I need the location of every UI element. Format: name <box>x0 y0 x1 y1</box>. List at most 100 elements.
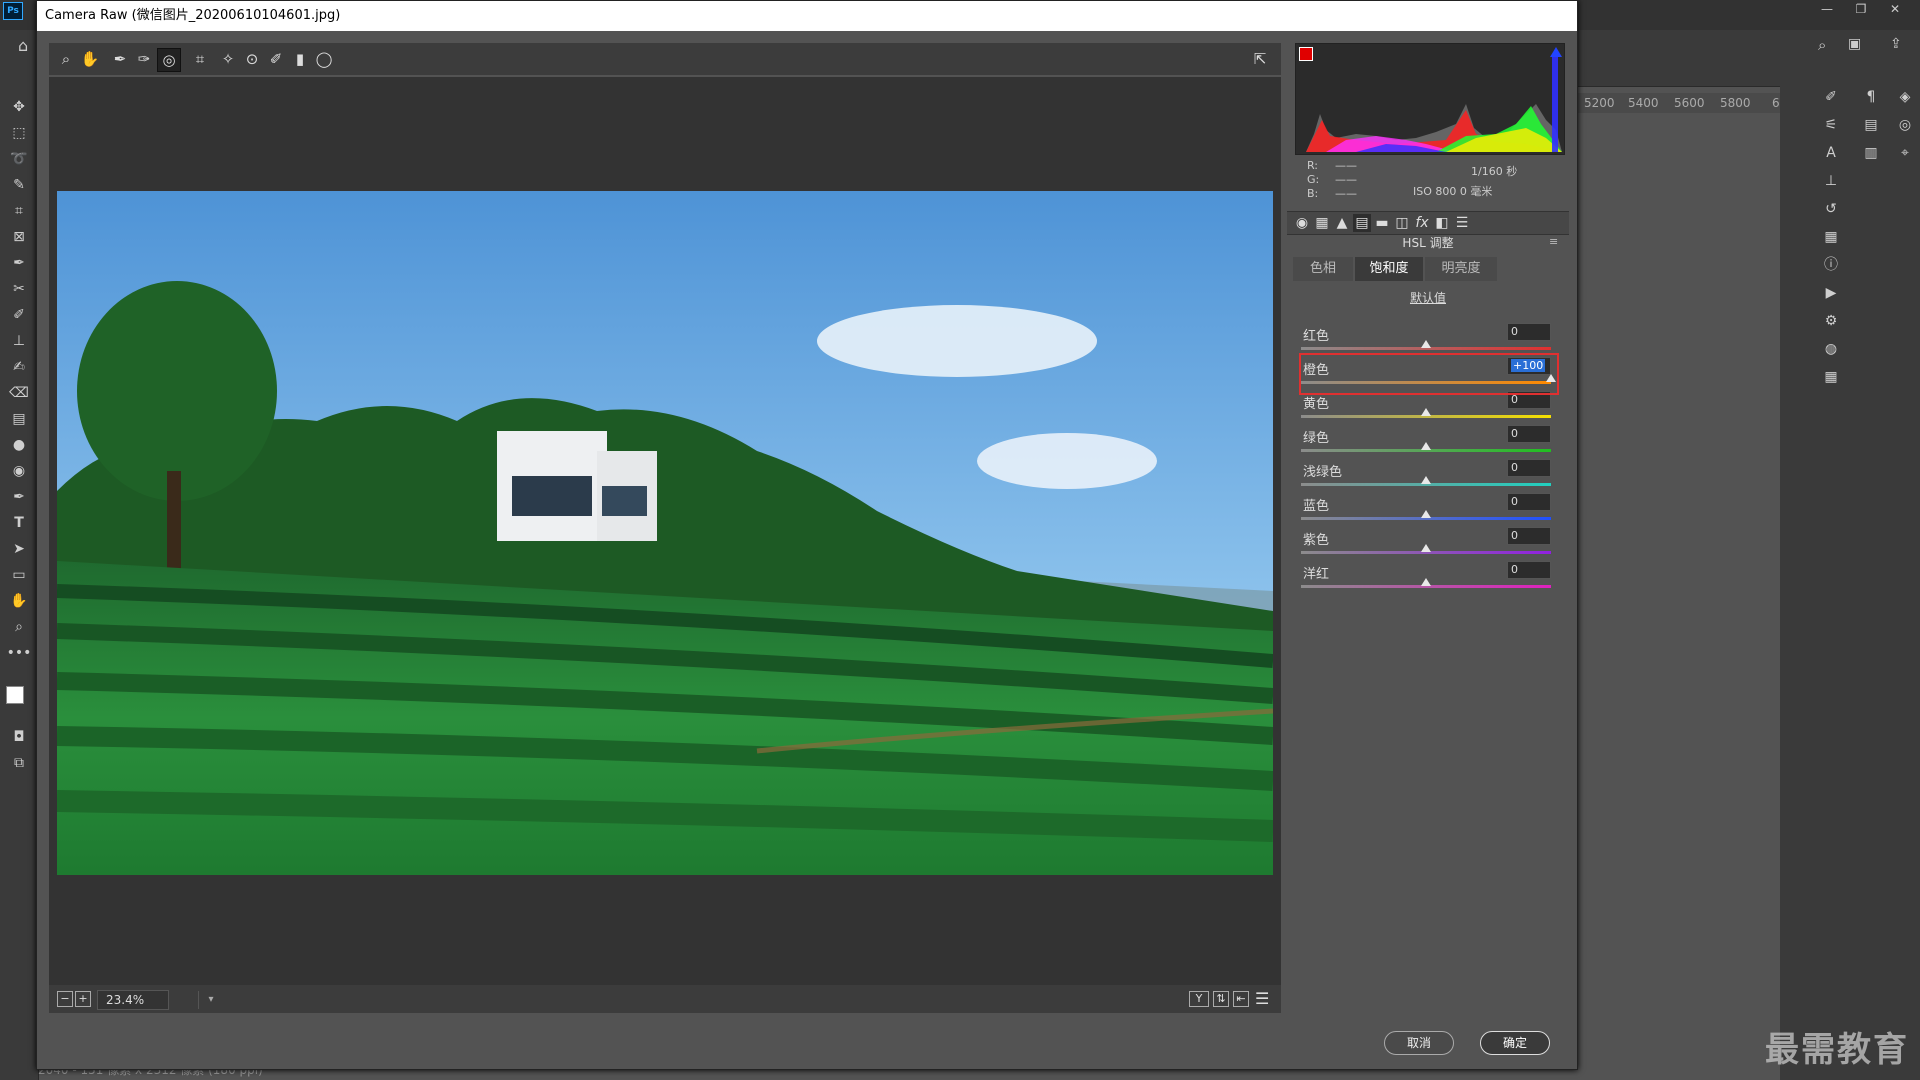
search-icon[interactable]: ⌕ <box>1818 36 1826 54</box>
crop-icon[interactable]: ⌗ <box>189 48 211 70</box>
crop-tool-icon[interactable]: ⌗ <box>6 200 32 222</box>
slider-thumb[interactable] <box>1421 544 1431 552</box>
slider-value-field[interactable]: 0 <box>1507 561 1551 579</box>
3d-icon[interactable]: ◍ <box>1818 338 1844 360</box>
actions-play-icon[interactable]: ▶ <box>1818 282 1844 304</box>
brush-settings-icon[interactable]: ✐ <box>1818 86 1844 108</box>
slider-row[interactable]: 黄色 0 <box>1301 391 1557 425</box>
tab-saturation[interactable]: 饱和度 <box>1355 257 1423 281</box>
lasso-tool-icon[interactable]: ➰ <box>6 148 32 170</box>
red-eye-icon[interactable]: ⊙ <box>241 48 263 70</box>
white-balance-icon[interactable]: ✒ <box>109 48 131 70</box>
slider-value-field[interactable]: 0 <box>1507 459 1551 477</box>
notes-icon[interactable]: ▥ <box>1858 142 1884 164</box>
share-icon[interactable]: ⇪ <box>1890 36 1902 52</box>
dodge-tool-icon[interactable]: ◉ <box>6 460 32 482</box>
cancel-button[interactable]: 取消 <box>1384 1031 1454 1055</box>
slider-row[interactable]: 红色 0 <box>1301 323 1557 357</box>
open-preferences-icon[interactable]: ⇱ <box>1249 48 1271 70</box>
close-window-button[interactable]: ✕ <box>1880 0 1910 18</box>
channels-icon[interactable]: ◎ <box>1892 114 1918 136</box>
slider-thumb[interactable] <box>1421 408 1431 416</box>
frame-tool-icon[interactable]: ⊠ <box>6 226 32 248</box>
camera-calibration-icon[interactable]: ◧ <box>1433 214 1451 232</box>
slider-row[interactable]: 绿色 0 <box>1301 425 1557 459</box>
shadow-clipping-warning-icon[interactable] <box>1299 47 1313 61</box>
slider-row[interactable]: 浅绿色 0 <box>1301 459 1557 493</box>
swap-settings-icon[interactable]: ⇅ <box>1213 991 1229 1007</box>
spot-removal-icon[interactable]: ✧ <box>217 48 239 70</box>
graduated-filter-icon[interactable]: ▮ <box>289 48 311 70</box>
table-icon[interactable]: ▦ <box>1818 366 1844 388</box>
copy-settings-icon[interactable]: ⇤ <box>1233 991 1249 1007</box>
slider-value-field[interactable]: 0 <box>1507 493 1551 511</box>
presets-icon[interactable]: ☰ <box>1453 214 1471 232</box>
slider-value-field[interactable]: 0 <box>1507 527 1551 545</box>
zoom-out-button[interactable]: − <box>57 991 73 1007</box>
more-tools-icon[interactable]: ••• <box>6 642 32 664</box>
quick-select-tool-icon[interactable]: ✎ <box>6 174 32 196</box>
hand-icon[interactable]: ✋ <box>79 48 101 70</box>
libraries-icon[interactable]: ▤ <box>1858 114 1884 136</box>
ok-button[interactable]: 确定 <box>1480 1031 1550 1055</box>
highlight-clipping-warning-icon[interactable] <box>1550 47 1562 57</box>
lens-corrections-icon[interactable]: ◫ <box>1393 214 1411 232</box>
preview-settings-icon[interactable]: ☰ <box>1255 989 1269 1008</box>
gradient-tool-icon[interactable]: ▤ <box>6 408 32 430</box>
chevron-down-icon[interactable]: ▾ <box>198 991 215 1009</box>
defaults-link[interactable]: 默认值 <box>1287 289 1569 306</box>
basic-panel-icon[interactable]: ◉ <box>1293 214 1311 232</box>
stamp-icon[interactable]: ⊥ <box>1818 170 1844 192</box>
hsl-panel-icon[interactable]: ▤ <box>1353 214 1371 232</box>
effects-fx-icon[interactable]: fx <box>1413 214 1431 232</box>
adjustments-icon[interactable]: ⚟ <box>1818 114 1844 136</box>
slider-thumb[interactable] <box>1421 476 1431 484</box>
blur-tool-icon[interactable]: ● <box>6 434 32 456</box>
brush-tool-icon[interactable]: ✐ <box>6 304 32 326</box>
tab-hue[interactable]: 色相 <box>1293 257 1353 281</box>
screen-mode-icon[interactable]: ⧉ <box>6 752 32 774</box>
slider-thumb[interactable] <box>1421 510 1431 518</box>
detail-icon[interactable]: ▲ <box>1333 214 1351 232</box>
type-tool-icon[interactable]: T <box>6 512 32 534</box>
healing-tool-icon[interactable]: ✂ <box>6 278 32 300</box>
slider-value-field[interactable]: 0 <box>1507 323 1551 341</box>
adjustment-brush-icon[interactable]: ✐ <box>265 48 287 70</box>
minimize-button[interactable]: — <box>1812 0 1842 18</box>
properties-icon[interactable]: ⚙ <box>1818 310 1844 332</box>
tone-curve-icon[interactable]: ▦ <box>1313 214 1331 232</box>
history-icon[interactable]: ↺ <box>1818 198 1844 220</box>
radial-filter-icon[interactable]: ◯ <box>313 48 335 70</box>
tab-luminance[interactable]: 明亮度 <box>1425 257 1497 281</box>
stamp-tool-icon[interactable]: ⊥ <box>6 330 32 352</box>
pen-tool-icon[interactable]: ✒ <box>6 486 32 508</box>
move-tool-icon[interactable]: ✥ <box>6 96 32 118</box>
slider-thumb[interactable] <box>1421 340 1431 348</box>
paragraph-icon[interactable]: ¶ <box>1858 86 1884 108</box>
panel-menu-icon[interactable]: ≡ <box>1549 235 1563 249</box>
eyedropper-tool-icon[interactable]: ✒ <box>6 252 32 274</box>
info-icon[interactable]: ⓘ <box>1818 254 1844 276</box>
marquee-tool-icon[interactable]: ⬚ <box>6 122 32 144</box>
shape-tool-icon[interactable]: ▭ <box>6 564 32 586</box>
slider-value-field[interactable]: 0 <box>1507 425 1551 443</box>
path-select-icon[interactable]: ➤ <box>6 538 32 560</box>
zoom-tool-icon[interactable]: ⌕ <box>6 616 32 638</box>
layers-icon[interactable]: ◈ <box>1892 86 1918 108</box>
hand-tool-icon[interactable]: ✋ <box>6 590 32 612</box>
restore-button[interactable]: ❐ <box>1846 0 1876 18</box>
slider-row[interactable]: 紫色 0 <box>1301 527 1557 561</box>
foreground-color-swatch[interactable] <box>6 686 24 704</box>
slider-row[interactable]: 洋红 0 <box>1301 561 1557 595</box>
history-brush-icon[interactable]: ✍ <box>6 356 32 378</box>
paths-icon[interactable]: ⌖ <box>1892 142 1918 164</box>
zoom-icon[interactable]: ⌕ <box>55 48 77 70</box>
before-after-view-icon[interactable]: Y <box>1189 991 1209 1007</box>
image-preview-area[interactable] <box>49 77 1281 985</box>
zoom-in-button[interactable]: + <box>75 991 91 1007</box>
quick-mask-icon[interactable]: ◘ <box>6 726 32 748</box>
layer-comps-icon[interactable]: ▦ <box>1818 226 1844 248</box>
zoom-level-select[interactable]: 23.4% ▾ <box>97 990 214 1010</box>
character-icon[interactable]: A <box>1818 142 1844 164</box>
slider-row[interactable]: 蓝色 0 <box>1301 493 1557 527</box>
